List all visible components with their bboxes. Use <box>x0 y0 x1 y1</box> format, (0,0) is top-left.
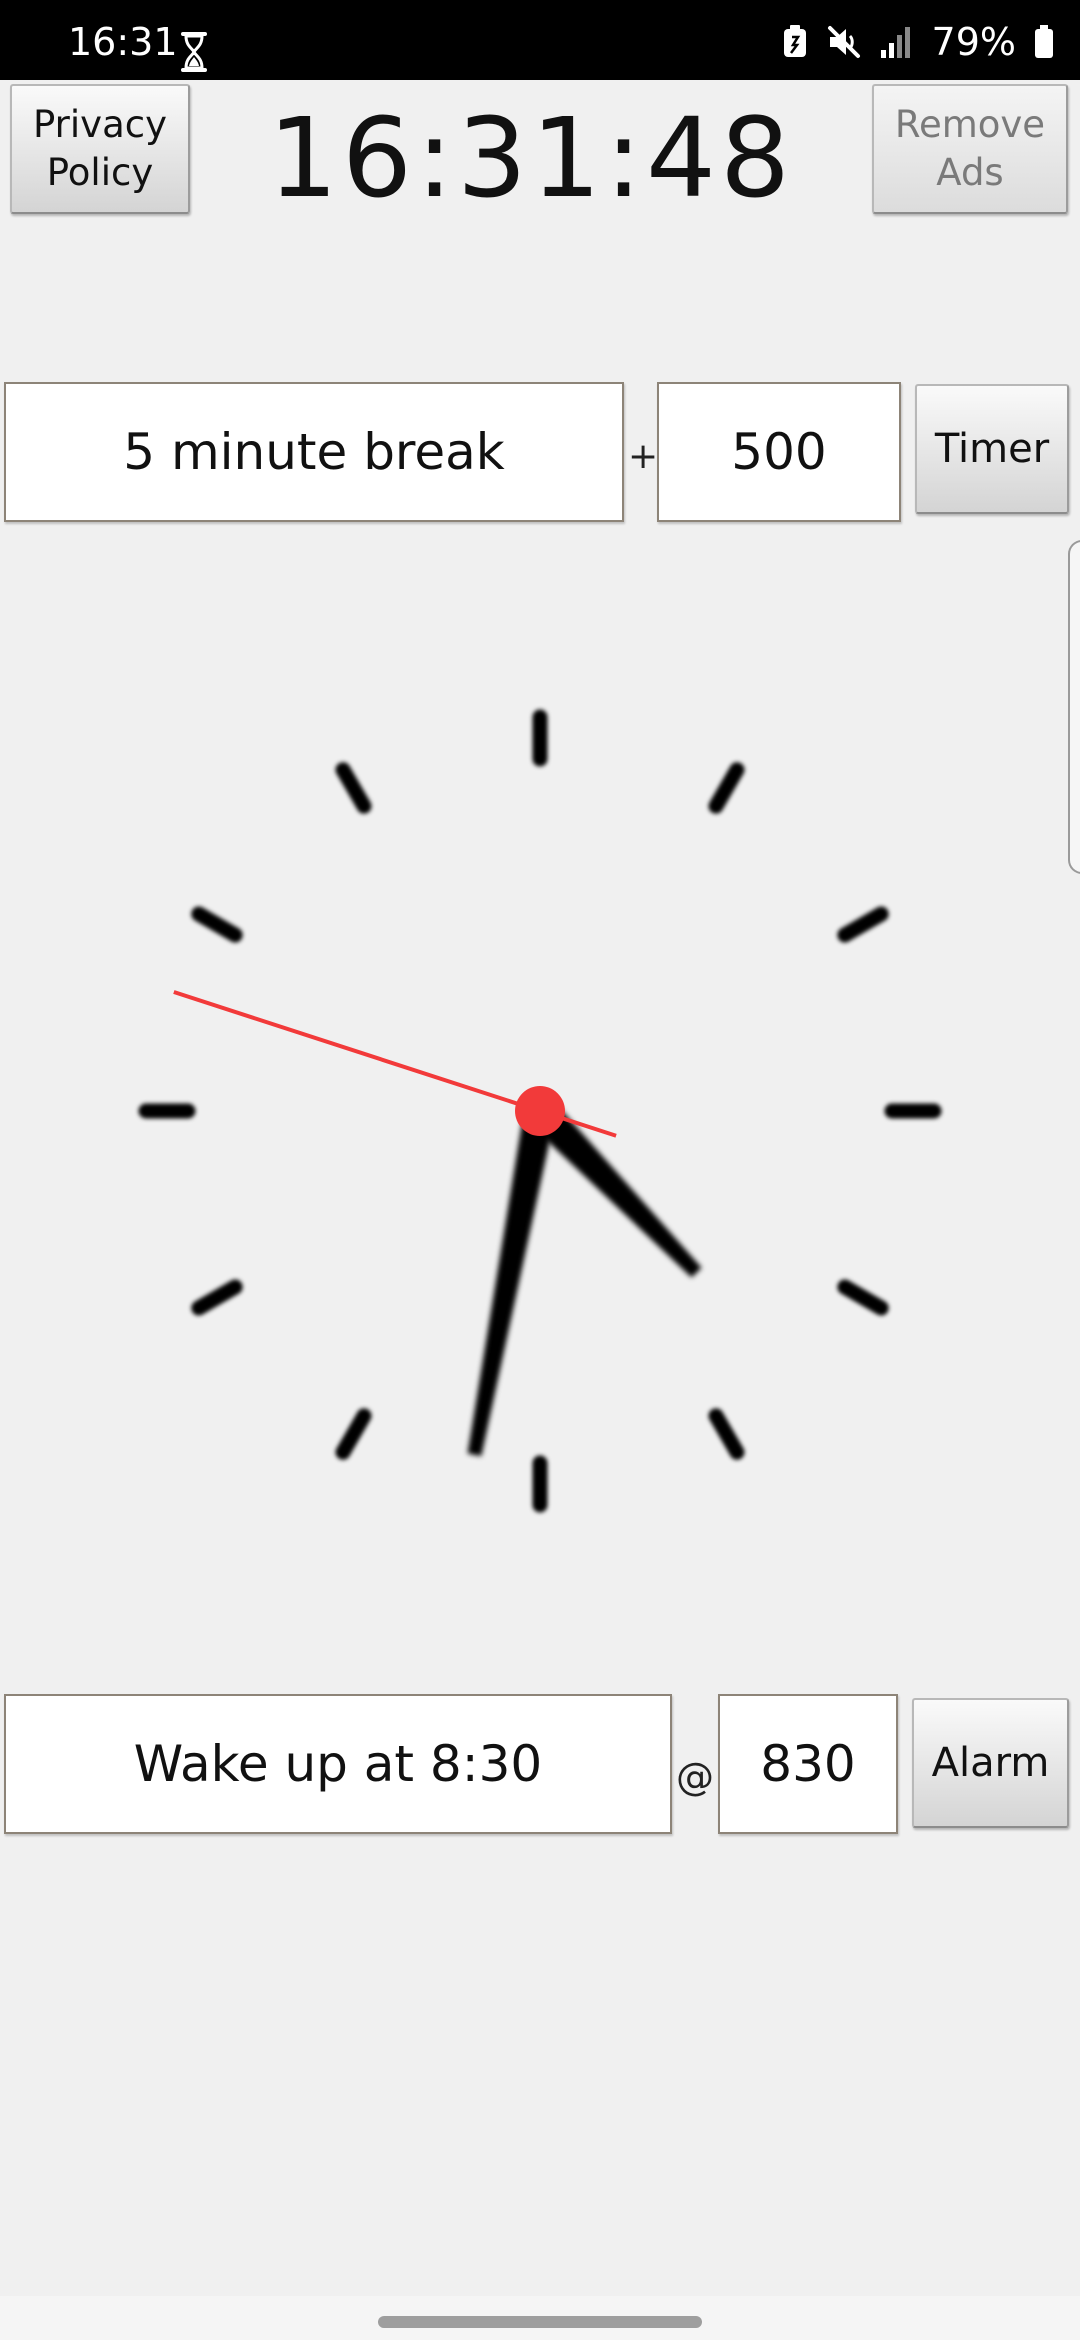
clock-tick-10 <box>191 906 243 943</box>
clock-tick-2 <box>837 906 889 943</box>
clock-tick-5 <box>708 1408 745 1460</box>
clock-tick-11 <box>335 762 372 814</box>
clock-tick-7 <box>335 1408 372 1460</box>
clock-tick-1 <box>708 762 745 814</box>
clock-center-cap <box>515 1086 565 1136</box>
clock-tick-8 <box>191 1279 243 1316</box>
analog-clock <box>138 709 942 1513</box>
at-separator: @ <box>676 1755 714 1799</box>
clock-hands <box>173 990 702 1457</box>
clock-tick-4 <box>837 1279 889 1316</box>
navigation-bar <box>0 2296 1080 2340</box>
alarm-time-input[interactable] <box>718 1694 898 1834</box>
home-gesture-handle[interactable] <box>378 2316 702 2328</box>
alarm-label-input[interactable] <box>4 1694 672 1834</box>
screen: 16:31 79% Privacy Policy 16:31:48 Remove… <box>0 0 1080 2340</box>
alarm-button[interactable]: Alarm <box>912 1698 1069 1828</box>
minute-hand <box>467 1100 558 1457</box>
